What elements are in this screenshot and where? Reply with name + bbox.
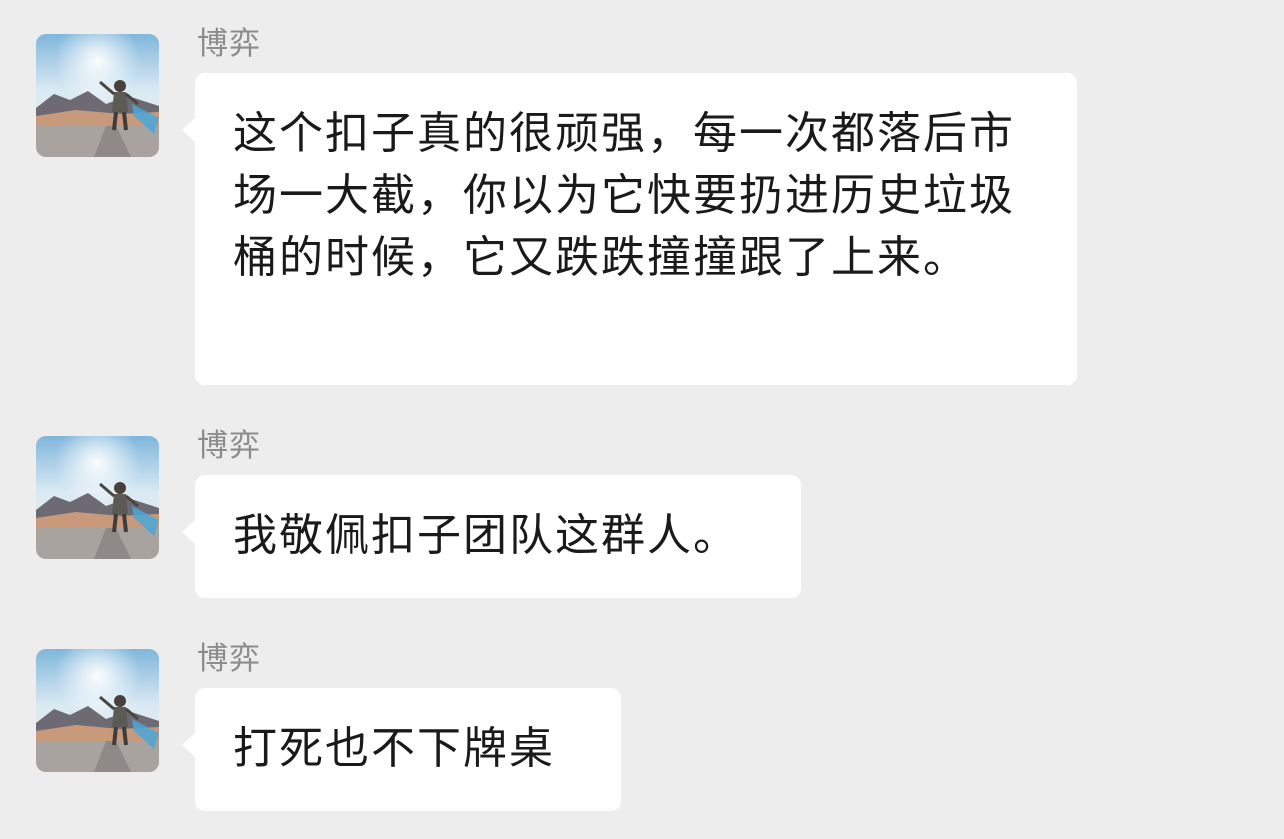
sender-avatar[interactable] (36, 649, 159, 772)
sender-name: 博弈 (197, 641, 261, 677)
message-bubble[interactable]: 打死也不下牌桌 (182, 688, 621, 811)
sender-name: 博弈 (197, 26, 261, 62)
sender-name: 博弈 (197, 428, 261, 464)
message-bubble[interactable]: 这个扣子真的很顽强，每一次都落后市场一大截，你以为它快要扔进历史垃圾桶的时候，它… (182, 73, 1077, 385)
sender-avatar[interactable] (36, 34, 159, 157)
message-bubble[interactable]: 我敬佩扣子团队这群人。 (182, 475, 801, 598)
sender-avatar[interactable] (36, 436, 159, 559)
